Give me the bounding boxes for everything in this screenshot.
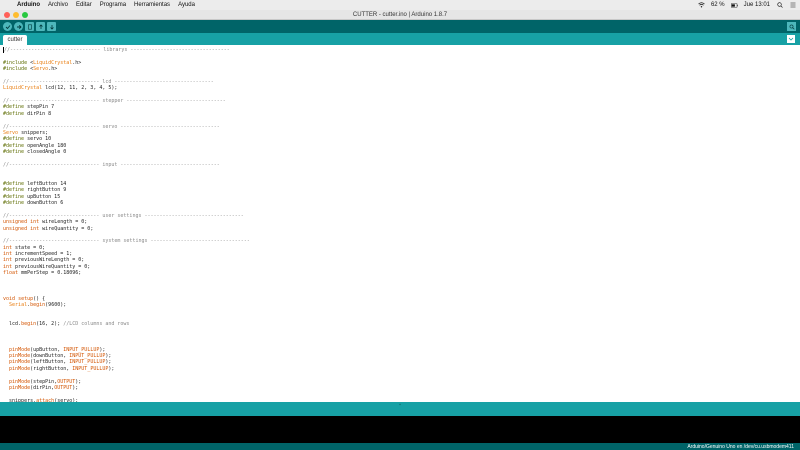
window-title: CUTTER - cutter.ino | Arduino 1.8.7 — [352, 11, 448, 18]
new-file-icon — [27, 24, 32, 30]
tab-strip: cutter — [0, 33, 800, 45]
minimize-window-button[interactable] — [13, 12, 19, 18]
console-output[interactable] — [0, 416, 800, 443]
menu-programa[interactable]: Programa — [100, 2, 126, 8]
editor-console-divider[interactable] — [0, 402, 800, 416]
close-window-button[interactable] — [4, 12, 10, 18]
code-editor[interactable]: //------------------------------ library… — [0, 45, 800, 402]
menu-editar[interactable]: Editar — [76, 2, 92, 8]
menu-herramientas[interactable]: Herramientas — [134, 2, 170, 8]
arrow-down-icon — [49, 24, 54, 30]
open-sketch-button[interactable] — [36, 22, 45, 31]
list-icon[interactable] — [789, 2, 796, 8]
board-port-status: Arduino/Genuino Uno en /dev/cu.usbmodem4… — [687, 443, 794, 450]
window-title-bar: CUTTER - cutter.ino | Arduino 1.8.7 — [0, 10, 800, 20]
tab-cutter[interactable]: cutter — [3, 35, 27, 45]
menu-ayuda[interactable]: Ayuda — [178, 2, 195, 8]
tab-menu-button[interactable] — [787, 35, 795, 43]
battery-icon[interactable] — [730, 2, 738, 8]
wifi-icon[interactable] — [698, 2, 705, 8]
search-icon[interactable] — [776, 2, 783, 8]
clock[interactable]: Jue 13:01 — [744, 2, 770, 8]
check-icon — [5, 24, 10, 29]
arrow-up-icon — [38, 23, 43, 29]
zoom-window-button[interactable] — [22, 12, 28, 18]
menu-archivo[interactable]: Archivo — [48, 2, 68, 8]
chevron-down-icon — [788, 37, 794, 41]
apple-icon[interactable] — [4, 2, 11, 9]
magnifier-icon — [789, 24, 795, 30]
new-sketch-button[interactable] — [25, 22, 34, 31]
verify-button[interactable] — [3, 22, 12, 31]
status-area: 62 % Jue 13:01 — [698, 2, 796, 8]
menu-arduino[interactable]: Arduino — [17, 2, 40, 8]
toolbar — [0, 20, 800, 33]
window-controls — [4, 12, 28, 18]
status-bar: Arduino/Genuino Uno en /dev/cu.usbmodem4… — [0, 443, 800, 450]
save-sketch-button[interactable] — [47, 22, 56, 31]
battery-percent: 62 % — [710, 2, 725, 8]
upload-button[interactable] — [14, 22, 23, 31]
serial-monitor-button[interactable] — [787, 22, 796, 31]
menu-bar: Arduino Archivo Editar Programa Herramie… — [0, 0, 800, 10]
drag-handle-icon[interactable] — [398, 402, 402, 406]
arrow-right-icon — [16, 24, 22, 29]
